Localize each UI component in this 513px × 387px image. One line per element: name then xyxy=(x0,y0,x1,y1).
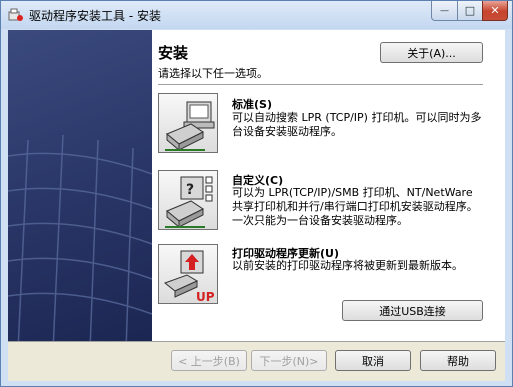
standard-option-description: 可以自动搜索 LPR (TCP/IP) 打印机。可以同时为多台设备安装驱动程序。 xyxy=(232,111,482,138)
help-button[interactable]: 帮助 xyxy=(420,350,496,371)
svg-text:?: ? xyxy=(186,182,194,198)
standard-install-button[interactable] xyxy=(158,93,218,153)
custom-option-description: 可以为 LPR(TCP/IP)/SMB 打印机、NT/NetWare 共享打印机… xyxy=(232,186,478,227)
close-button[interactable]: ✕ xyxy=(482,1,508,21)
about-button[interactable]: 关于(A)... xyxy=(380,42,483,63)
content-panel: 安装 请选择以下任一选项。 关于(A)... 标准(S) 可以自动搜索 LPR … xyxy=(152,30,505,341)
update-badge: UP xyxy=(196,290,215,304)
window-title: 驱动程序安装工具 - 安装 xyxy=(29,9,161,23)
banner-panel xyxy=(8,30,152,341)
maximize-icon: □ xyxy=(464,4,476,17)
minimize-icon: — xyxy=(440,5,449,16)
page-instruction: 请选择以下任一选项。 xyxy=(158,67,268,80)
maximize-button[interactable]: □ xyxy=(457,1,483,21)
next-button[interactable]: 下一步(N)> xyxy=(251,350,327,371)
installer-window: 驱动程序安装工具 - 安装 — □ ✕ 安装 请选择以下任一选项。 关于(A).… xyxy=(0,0,513,387)
standard-option-title: 标准(S) xyxy=(232,98,272,111)
custom-install-button[interactable]: ? xyxy=(158,170,218,230)
dialog-client: 安装 请选择以下任一选项。 关于(A)... 标准(S) 可以自动搜索 LPR … xyxy=(8,30,505,381)
back-button[interactable]: < 上一步(B) xyxy=(171,350,247,371)
cancel-button[interactable]: 取消 xyxy=(335,350,411,371)
printer-custom-icon: ? xyxy=(165,176,213,229)
printer-network-icon xyxy=(165,101,215,152)
minimize-button[interactable]: — xyxy=(431,1,458,21)
update-option-description: 以前安装的打印驱动程序将被更新到最新版本。 xyxy=(232,259,463,272)
title-bar[interactable]: 驱动程序安装工具 - 安装 — □ ✕ xyxy=(1,1,512,29)
app-icon xyxy=(8,8,23,21)
page-title: 安装 xyxy=(158,44,189,62)
header-divider xyxy=(158,84,483,85)
footer-divider xyxy=(8,341,505,342)
printer-update-icon: UP xyxy=(163,250,215,304)
usb-connect-button[interactable]: 通过USB连接 xyxy=(342,300,483,321)
keyboard-graphic xyxy=(8,134,152,341)
update-driver-button[interactable]: UP xyxy=(158,244,218,304)
close-icon: ✕ xyxy=(490,4,500,17)
